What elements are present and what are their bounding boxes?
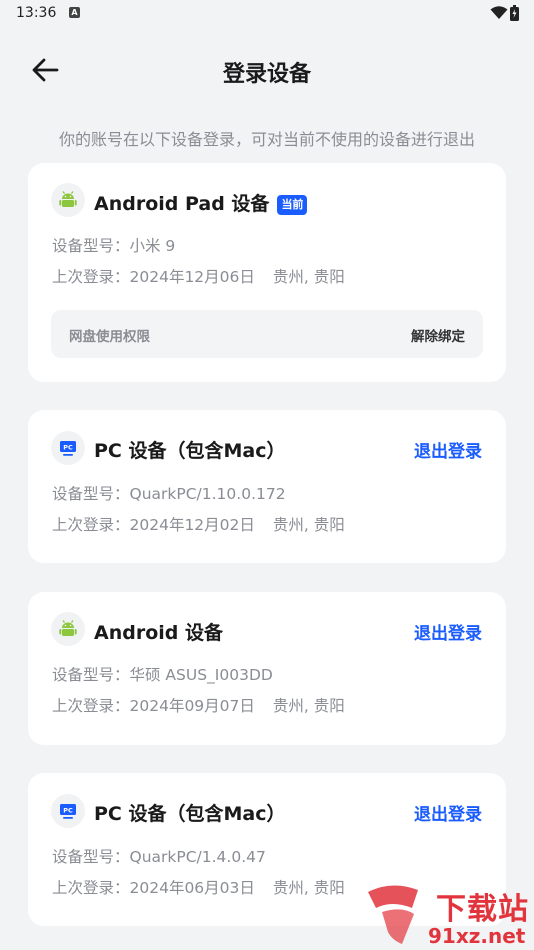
device-model: 设备型号：华硕 ASUS_I003DD [52, 666, 273, 684]
last-login-date: 上次登录：2024年12月06日 [52, 268, 255, 286]
pc-icon: PC [51, 794, 85, 828]
svg-text:PC: PC [63, 444, 73, 452]
status-time: 13:36 [16, 5, 57, 21]
last-login: 上次登录：2024年06月03日 贵州, 贵阳 [52, 876, 345, 898]
device-name: PC 设备（包含Mac） [94, 440, 286, 462]
device-card-android-pad: Android Pad 设备 当前 设备型号：小米 9 上次登录：2024年12月… [28, 163, 506, 382]
device-name: Android Pad 设备 当前 [94, 189, 308, 216]
last-login: 上次登录：2024年12月06日 贵州, 贵阳 [52, 265, 345, 287]
permission-label: 网盘使用权限 [69, 329, 150, 345]
pc-icon: PC [51, 431, 85, 465]
login-location: 贵州, 贵阳 [272, 879, 345, 897]
device-name-text: Android Pad 设备 [94, 193, 270, 215]
login-location: 贵州, 贵阳 [272, 268, 345, 286]
device-model: 设备型号：QuarkPC/1.10.0.172 [52, 485, 286, 503]
last-login-date: 上次登录：2024年06月03日 [52, 879, 255, 897]
login-location: 贵州, 贵阳 [272, 697, 345, 715]
current-badge: 当前 [277, 195, 308, 215]
android-icon [51, 612, 85, 646]
device-card-android: Android 设备 退出登录 设备型号：华硕 ASUS_I003DD 上次登录… [28, 592, 506, 745]
android-icon [51, 183, 85, 217]
storage-permission-row: 网盘使用权限 解除绑定 [51, 310, 483, 358]
notification-icon: A [69, 7, 80, 18]
page-title: 登录设备 [222, 62, 311, 87]
logout-button[interactable]: 退出登录 [414, 619, 482, 644]
last-login-date: 上次登录：2024年09月07日 [52, 697, 255, 715]
unbind-button[interactable]: 解除绑定 [411, 325, 465, 345]
wifi-icon [490, 6, 508, 19]
logout-button[interactable]: 退出登录 [414, 800, 482, 825]
login-location: 贵州, 贵阳 [272, 516, 345, 534]
logout-button[interactable]: 退出登录 [414, 437, 482, 462]
last-login: 上次登录：2024年09月07日 贵州, 贵阳 [52, 694, 345, 716]
battery-icon [510, 5, 519, 21]
svg-text:PC: PC [63, 807, 73, 815]
device-model: 设备型号：小米 9 [52, 237, 176, 255]
watermark-logo-icon [368, 885, 418, 944]
watermark-text: 下载站 [436, 892, 529, 927]
last-login: 上次登录：2024年12月02日 贵州, 贵阳 [52, 513, 345, 535]
site-watermark: 下载站 91xz.net [362, 880, 534, 950]
status-bar: 13:36 A [0, 0, 534, 28]
device-name: Android 设备 [94, 622, 223, 644]
device-card-pc-1: PC PC 设备（包含Mac） 退出登录 设备型号：QuarkPC/1.10.0… [28, 410, 506, 563]
device-model: 设备型号：QuarkPC/1.4.0.47 [52, 848, 266, 866]
last-login-date: 上次登录：2024年12月02日 [52, 516, 255, 534]
watermark-url: 91xz.net [428, 924, 526, 948]
page-subtitle: 你的账号在以下设备登录，可对当前不使用的设备进行退出 [58, 130, 475, 149]
device-name: PC 设备（包含Mac） [94, 803, 286, 825]
